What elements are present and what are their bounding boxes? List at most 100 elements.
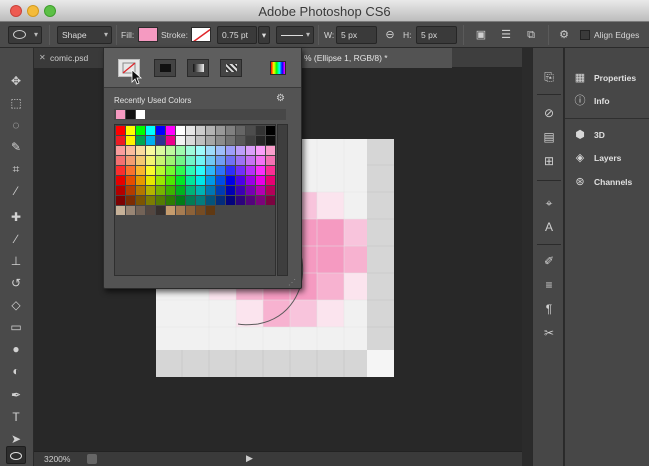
color-swatch[interactable] [166,136,175,145]
color-swatch[interactable] [146,186,155,195]
panel-channels[interactable]: ⊛ Channels [565,172,649,192]
color-swatch[interactable] [166,186,175,195]
color-swatch[interactable] [186,186,195,195]
color-swatch[interactable] [116,126,125,135]
brush-tool-icon[interactable]: ∕ [6,230,26,248]
color-swatch[interactable] [226,146,235,155]
color-swatch[interactable] [176,126,185,135]
color-swatch[interactable] [196,136,205,145]
move-tool-icon[interactable]: ✥ [6,72,26,90]
color-swatch[interactable] [126,136,135,145]
path-operations-icon[interactable]: ▣ [473,28,489,42]
color-swatch[interactable] [126,186,135,195]
history-icon[interactable]: ⎘ [540,68,558,86]
marquee-tool-icon[interactable]: ⬚ [6,94,26,112]
color-swatch[interactable] [156,196,165,205]
color-swatch[interactable] [196,206,205,215]
color-swatch[interactable] [176,196,185,205]
color-swatch[interactable] [256,146,265,155]
color-swatch[interactable] [116,176,125,185]
color-swatch[interactable] [186,166,195,175]
color-swatch[interactable] [206,136,215,145]
color-swatch[interactable] [126,176,135,185]
color-swatch[interactable] [226,126,235,135]
brush-presets-icon[interactable]: ✐ [540,252,558,270]
color-swatch[interactable] [236,136,245,145]
color-swatch[interactable] [196,166,205,175]
tool-preset-picker[interactable] [8,26,42,44]
color-swatch[interactable] [176,156,185,165]
color-swatch[interactable] [136,126,145,135]
stroke-width-field[interactable]: 0.75 pt [217,26,257,44]
width-field[interactable]: 5 px [336,26,377,44]
paragraph-icon[interactable]: ¶ [540,300,558,318]
color-swatch[interactable] [186,146,195,155]
color-swatch[interactable] [136,166,145,175]
character-styles-icon[interactable]: A [540,218,558,236]
color-swatch[interactable] [226,176,235,185]
color-swatch[interactable] [216,156,225,165]
color-swatch[interactable] [146,166,155,175]
color-swatch[interactable] [166,146,175,155]
pen-tool-icon[interactable]: ✒ [6,386,26,404]
color-swatch[interactable] [116,206,125,215]
color-swatch[interactable] [156,206,165,215]
fill-swatch[interactable] [138,27,158,42]
blur-tool-icon[interactable]: ● [6,340,26,358]
color-swatch[interactable] [256,186,265,195]
color-swatch[interactable] [126,156,135,165]
color-picker-button[interactable] [270,61,286,75]
color-swatch[interactable] [226,156,235,165]
color-swatch[interactable] [186,196,195,205]
color-swatch[interactable] [256,176,265,185]
color-swatch[interactable] [126,196,135,205]
color-swatch[interactable] [216,136,225,145]
color-swatch[interactable] [216,126,225,135]
color-swatch[interactable] [136,186,145,195]
color-swatch[interactable] [136,196,145,205]
color-swatch[interactable] [116,186,125,195]
color-swatch[interactable] [116,156,125,165]
ellipse-tool-icon[interactable] [6,446,26,464]
color-swatch[interactable] [236,176,245,185]
color-swatch[interactable] [176,186,185,195]
stroke-width-dropdown[interactable]: ▾ [258,26,270,44]
eraser-tool-icon[interactable]: ◇ [6,296,26,314]
color-swatch[interactable] [266,186,275,195]
color-swatch[interactable] [216,196,225,205]
tab-comic-psd[interactable]: ✕ comic.psd [34,48,106,68]
color-swatch[interactable] [166,126,175,135]
color-swatch[interactable] [156,146,165,155]
color-swatch[interactable] [136,156,145,165]
color-swatch[interactable] [116,146,125,155]
color-swatch[interactable] [136,136,145,145]
color-swatch[interactable] [166,166,175,175]
clone-stamp-tool-icon[interactable]: ⊥ [6,252,26,270]
color-swatch[interactable] [236,186,245,195]
paragraph-styles-icon[interactable]: ⌖ [540,194,558,212]
color-swatch[interactable] [196,156,205,165]
stroke-type-dropdown[interactable] [276,26,314,44]
color-swatch[interactable] [246,196,255,205]
color-swatch[interactable] [166,206,175,215]
color-swatch[interactable] [216,146,225,155]
panel-3d[interactable]: ⬢ 3D [565,125,649,145]
recent-color-swatch[interactable] [136,110,145,119]
color-swatch[interactable] [126,166,135,175]
color-swatch[interactable] [156,126,165,135]
color-swatch[interactable] [246,186,255,195]
color-swatch[interactable] [266,136,275,145]
gear-icon[interactable]: ⚙ [276,93,285,104]
color-swatch[interactable] [146,146,155,155]
document-info-icon[interactable] [87,454,97,464]
gear-icon[interactable]: ⚙ [556,28,572,42]
color-swatch[interactable] [176,146,185,155]
histogram-icon[interactable]: ▤ [540,128,558,146]
color-swatch[interactable] [156,136,165,145]
brush-icon[interactable]: ≡ [540,276,558,294]
color-swatch[interactable] [266,166,275,175]
link-icon[interactable]: ⊖ [383,28,397,42]
gradient-tool-icon[interactable]: ▭ [6,318,26,336]
color-swatch[interactable] [146,156,155,165]
color-swatch[interactable] [246,176,255,185]
